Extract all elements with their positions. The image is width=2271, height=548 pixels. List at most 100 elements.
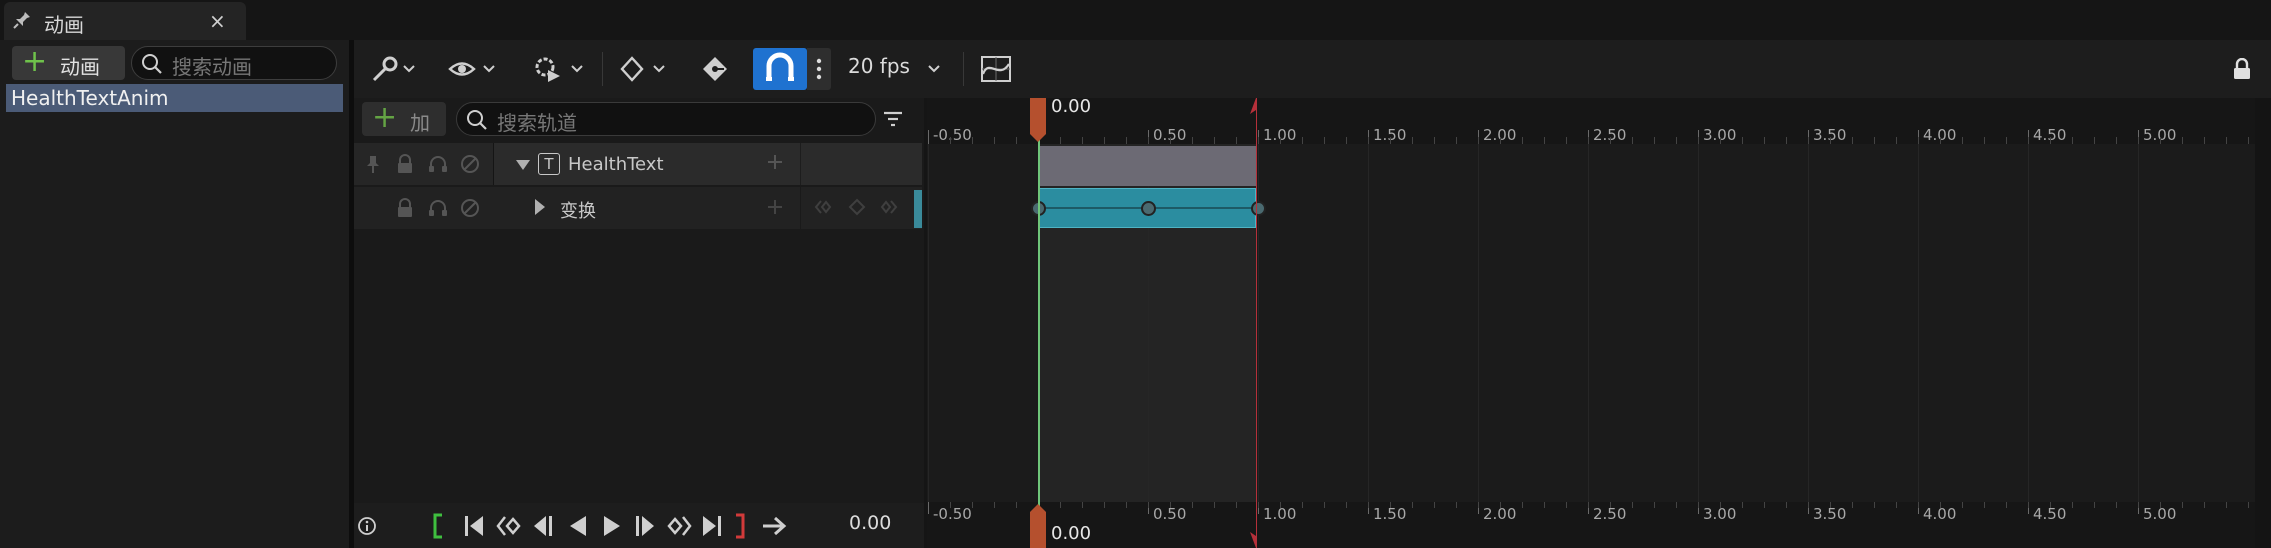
lock-icon[interactable]	[396, 198, 414, 218]
add-animation-button[interactable]: + 动画	[12, 44, 125, 80]
animation-search-input[interactable]: 搜索动画	[131, 46, 337, 80]
ruler-minor-tick	[1544, 137, 1545, 144]
fps-dropdown[interactable]: 20 fps	[848, 54, 910, 78]
key-filter-icon[interactable]	[700, 52, 740, 86]
collapsed-triangle-icon[interactable]	[534, 198, 546, 216]
headphones-icon[interactable]	[428, 154, 448, 174]
ruler-minor-tick	[2248, 502, 2249, 508]
playhead-time-label: 0.00	[1051, 96, 1092, 117]
tab-animations[interactable]: 动画 ×	[4, 2, 246, 40]
wrench-icon[interactable]	[368, 52, 422, 86]
ruler-minor-tick	[1984, 137, 1985, 144]
ruler-minor-tick	[2050, 137, 2051, 144]
playhead-handle-bottom[interactable]	[1027, 504, 1049, 548]
keyframe[interactable]	[1251, 201, 1266, 216]
chevron-down-icon[interactable]	[924, 52, 944, 86]
disable-icon[interactable]	[460, 198, 480, 218]
track-search-input[interactable]: 搜索轨道	[456, 102, 876, 136]
ruler-minor-tick	[1104, 137, 1105, 144]
ruler-minor-tick	[1676, 137, 1677, 144]
animation-list-item[interactable]: HealthTextAnim	[6, 84, 343, 112]
range-end-icon[interactable]	[732, 513, 748, 539]
playhead-line[interactable]	[1038, 98, 1040, 548]
render-gear-icon[interactable]	[530, 52, 592, 86]
end-range-marker[interactable]	[1256, 98, 1257, 548]
ruler-minor-tick	[1786, 137, 1787, 144]
ruler-minor-tick	[1280, 502, 1281, 508]
prev-key-icon[interactable]	[814, 198, 832, 216]
step-back-icon[interactable]	[530, 513, 556, 539]
lock-icon[interactable]	[2232, 58, 2252, 80]
widget-section-bar[interactable]	[1039, 146, 1256, 186]
play-icon[interactable]	[600, 513, 624, 539]
ruler-minor-tick	[1302, 137, 1303, 144]
end-marker-handle-top[interactable]	[1250, 98, 1258, 114]
step-forward-icon[interactable]	[632, 513, 658, 539]
ruler-minor-tick	[1500, 502, 1501, 508]
add-key-icon[interactable]	[848, 198, 866, 216]
loop-icon[interactable]	[760, 513, 790, 539]
playhead-handle-top[interactable]	[1027, 98, 1049, 144]
lock-icon[interactable]	[396, 154, 414, 174]
headphones-icon[interactable]	[428, 198, 448, 218]
play-reverse-icon[interactable]	[566, 513, 590, 539]
jump-to-end-icon[interactable]	[700, 513, 724, 539]
grid-line	[1368, 144, 1369, 502]
next-key-icon[interactable]	[666, 513, 692, 539]
pin-icon[interactable]	[364, 154, 382, 174]
track-name: 变换	[560, 201, 596, 222]
column-separator	[800, 143, 801, 185]
ruler-minor-tick	[2226, 137, 2227, 144]
range-start-icon[interactable]	[430, 513, 446, 539]
ruler-minor-tick	[1456, 502, 1457, 508]
ruler-tick-label: -0.50	[933, 126, 972, 144]
ruler-minor-tick	[2138, 137, 2139, 144]
ruler-minor-tick	[1830, 137, 1831, 144]
ruler-minor-tick	[1456, 137, 1457, 144]
ruler-minor-tick	[1434, 137, 1435, 144]
ruler-minor-tick	[1852, 137, 1853, 144]
ruler-minor-tick	[1368, 137, 1369, 144]
add-subtrack-icon[interactable]	[765, 197, 785, 217]
disable-icon[interactable]	[460, 154, 480, 174]
grid-line	[928, 144, 929, 502]
end-marker-handle-bottom[interactable]	[1250, 532, 1258, 548]
ruler-minor-tick	[1478, 502, 1479, 508]
snap-options-button[interactable]	[807, 48, 831, 90]
ruler-minor-tick	[1962, 502, 1963, 508]
pin-icon[interactable]	[12, 10, 32, 30]
filter-icon[interactable]	[882, 108, 904, 130]
ruler-minor-tick	[1896, 137, 1897, 144]
ruler-minor-tick	[1170, 502, 1171, 508]
info-icon[interactable]	[356, 515, 378, 537]
prev-key-icon[interactable]	[496, 513, 522, 539]
curve-editor-icon[interactable]	[979, 52, 1013, 86]
current-time-readout[interactable]: 0.00	[849, 512, 891, 534]
jump-to-start-icon[interactable]	[462, 513, 486, 539]
add-subtrack-icon[interactable]	[765, 152, 785, 172]
tab-bar	[0, 0, 2271, 40]
tab-close-button[interactable]: ×	[209, 9, 226, 33]
ruler-minor-tick	[1082, 502, 1083, 508]
ruler-minor-tick	[1148, 137, 1149, 144]
ruler-tick-label: -0.50	[933, 505, 972, 523]
ruler-minor-tick	[1764, 137, 1765, 144]
keyframe-icon[interactable]	[618, 52, 676, 86]
eye-icon[interactable]	[446, 52, 504, 86]
add-track-button[interactable]: + 加	[362, 100, 446, 136]
timeline-scrollbar[interactable]	[2255, 98, 2271, 548]
snap-toggle-button[interactable]	[753, 48, 807, 90]
expand-triangle-icon[interactable]	[515, 159, 531, 171]
ruler-minor-tick	[1786, 502, 1787, 508]
animation-list-panel	[0, 40, 349, 548]
ruler-minor-tick	[1236, 137, 1237, 144]
keyframe[interactable]	[1141, 201, 1156, 216]
ruler-minor-tick	[2138, 502, 2139, 508]
ruler-minor-tick	[2072, 137, 2073, 144]
next-key-icon[interactable]	[880, 198, 898, 216]
grid-line	[1478, 144, 1479, 502]
ruler-minor-tick	[972, 502, 973, 508]
grid-line	[1698, 144, 1699, 502]
ruler-minor-tick	[1830, 502, 1831, 508]
plus-icon: +	[372, 100, 398, 135]
